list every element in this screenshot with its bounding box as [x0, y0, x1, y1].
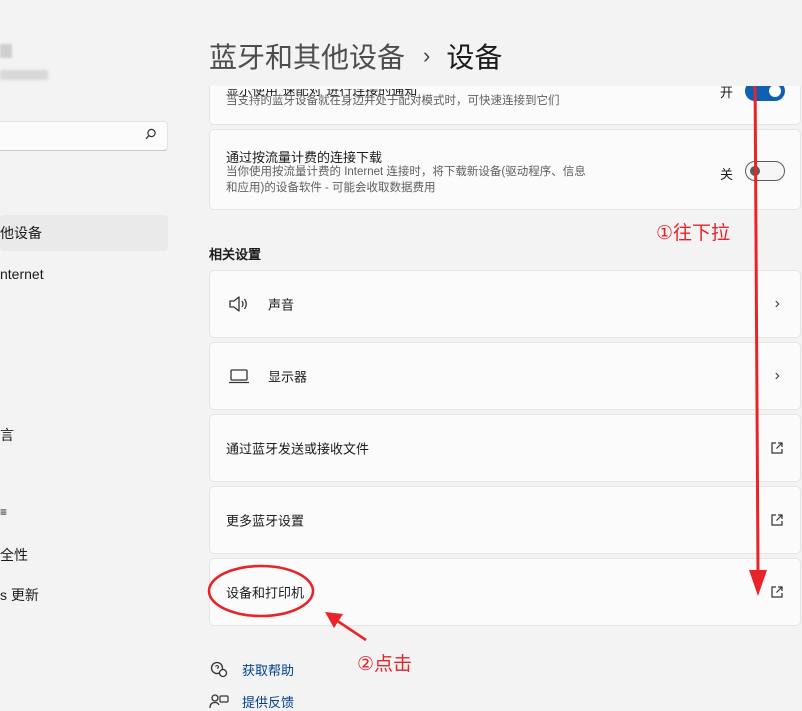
get-help-link[interactable]: 获取帮助: [209, 660, 294, 679]
related-item-label: 通过蓝牙发送或接收文件: [226, 441, 370, 457]
card-description: 当支持的蓝牙设备就在身边并处于配对模式时，可快速连接到它们: [226, 95, 560, 107]
breadcrumb-parent-overlay[interactable]: 蓝牙和其他设备: [209, 36, 405, 76]
metered-download-card: 通过按流量计费的连接下载 当你使用按流量计费的 Internet 连接时，将下载…: [209, 129, 801, 210]
related-item-label: 设备和打印机: [226, 585, 305, 601]
sidebar-item-bluetooth-devices[interactable]: 他设备: [0, 215, 168, 251]
sidebar-item-accessibility[interactable]: ≡: [0, 505, 7, 519]
related-item-sound[interactable]: 声音 ›: [209, 270, 801, 338]
sidebar-item-windows-update[interactable]: s 更新: [0, 585, 39, 605]
breadcrumb-overlay: 蓝牙和其他设备 › 设备: [209, 36, 502, 76]
avatar: [0, 44, 12, 58]
link-label: 提供反馈: [242, 695, 295, 710]
external-link-icon: [771, 442, 783, 454]
card-description-line1: 当你使用按流量计费的 Internet 连接时，将下载新设备(驱动程序、信息: [226, 166, 586, 178]
sidebar-item-label: nternet: [0, 266, 44, 282]
annotation-step2: ②点击: [357, 654, 413, 675]
sidebar-item-privacy-security[interactable]: 全性: [0, 545, 28, 565]
give-feedback-link[interactable]: 提供反馈: [209, 692, 294, 711]
external-link-icon: [771, 514, 783, 526]
sidebar-item-label: s 更新: [0, 587, 39, 603]
breadcrumb-separator-overlay: ›: [423, 43, 431, 68]
speaker-icon: [229, 296, 247, 312]
link-label: 获取帮助: [242, 663, 295, 678]
section-heading: 相关设置: [209, 247, 262, 262]
laptop-icon: [229, 369, 249, 384]
search-icon: [145, 128, 157, 143]
annotation-step1: ①往下拉: [656, 223, 731, 244]
page-title-overlay: 设备: [446, 42, 503, 73]
sidebar-item-label: 他设备: [0, 225, 42, 241]
related-item-bluetooth-file-transfer[interactable]: 通过蓝牙发送或接收文件: [209, 414, 801, 482]
sidebar-item-label: 全性: [0, 547, 28, 563]
card-description-line2: 和应用)的设备软件 - 可能会收取数据费用: [226, 182, 436, 194]
sidebar: 他设备 nternet 言 ≡ 全性 s 更新: [0, 0, 178, 711]
metered-download-toggle[interactable]: [745, 161, 785, 181]
related-item-more-bluetooth-settings[interactable]: 更多蓝牙设置: [209, 486, 801, 554]
help-icon: [210, 661, 228, 677]
search-input[interactable]: [0, 121, 168, 151]
sidebar-item-time-language[interactable]: 言: [0, 425, 14, 445]
chevron-right-icon: ›: [774, 295, 780, 312]
feedback-icon: [209, 693, 229, 708]
related-item-display[interactable]: 显示器 ›: [209, 342, 801, 410]
sidebar-item-network-internet[interactable]: nternet: [0, 266, 44, 282]
chevron-right-icon: ›: [774, 367, 780, 384]
external-link-icon: [771, 586, 783, 598]
related-item-label: 更多蓝牙设置: [226, 513, 305, 529]
related-item-label: 显示器: [268, 369, 308, 385]
toggle-state-label: 关: [720, 167, 734, 182]
related-item-label: 声音: [268, 297, 295, 313]
related-item-devices-and-printers[interactable]: 设备和打印机: [209, 558, 801, 626]
sidebar-item-label: ≡: [0, 505, 8, 519]
sidebar-item-label: 言: [0, 427, 14, 443]
user-name-blurred: [0, 70, 48, 80]
